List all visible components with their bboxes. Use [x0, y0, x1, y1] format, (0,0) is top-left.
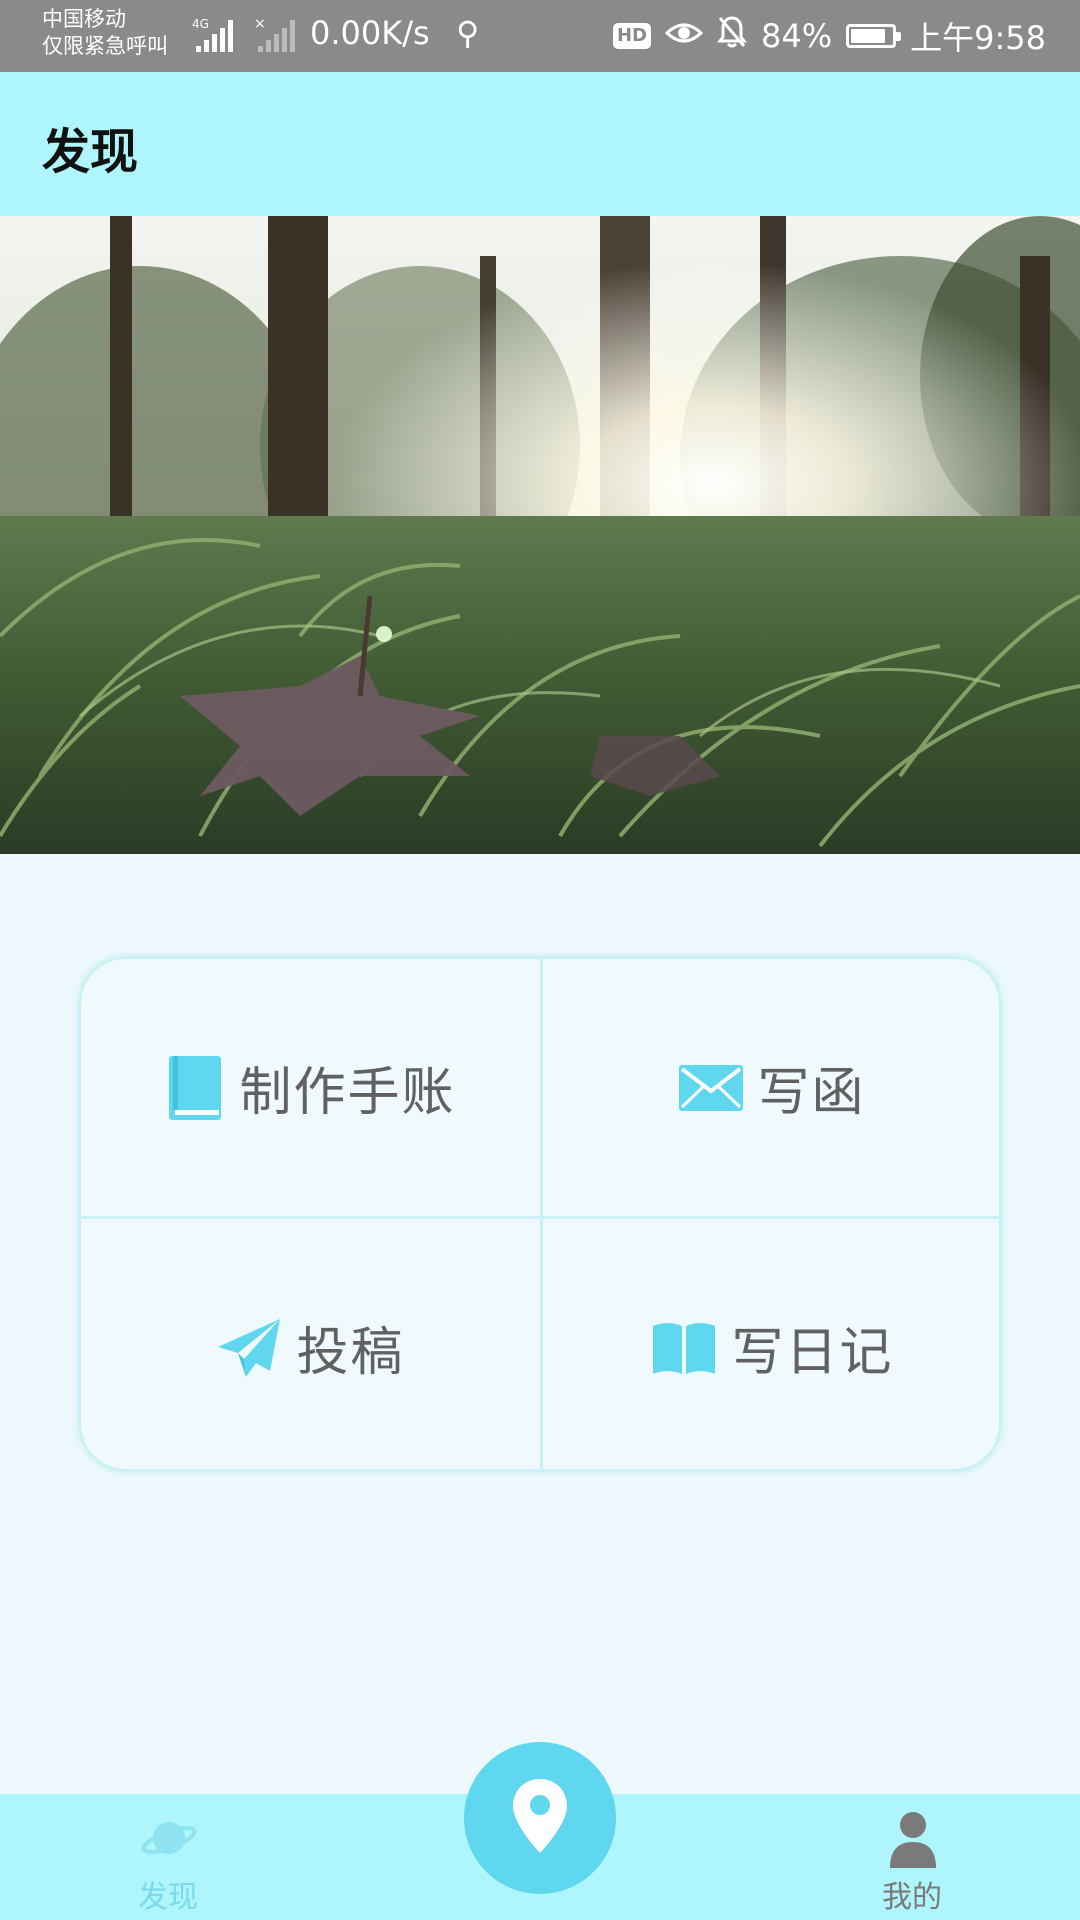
forest-sunlight-banner	[0, 216, 1080, 854]
paper-plane-icon	[216, 1317, 282, 1379]
planet-icon	[140, 1812, 198, 1868]
make-journal-label: 制作手账	[239, 1063, 456, 1123]
submit-article-label: 投稿	[296, 1323, 405, 1383]
write-diary-label: 写日记	[731, 1323, 894, 1383]
write-letter-label: 写函	[757, 1063, 866, 1123]
status-right-group: HD 84% 上午9:58	[612, 12, 1046, 60]
signal-icon: 4G	[192, 16, 248, 54]
write-diary-button[interactable]: 写日记	[543, 1219, 1002, 1476]
make-journal-button[interactable]: 制作手账	[81, 959, 540, 1216]
open-book-icon	[651, 1320, 717, 1376]
user-icon	[888, 1810, 938, 1872]
no-signal-icon: ×	[254, 16, 298, 54]
hd-icon: HD	[612, 23, 651, 49]
bell-off-icon	[717, 15, 747, 57]
svg-text:×: ×	[254, 16, 266, 32]
time: 上午9:58	[910, 19, 1046, 57]
action-grid: 制作手账 写函 投稿 写日记	[78, 956, 1002, 1472]
carrier-name: 中国移动	[42, 7, 126, 31]
write-letter-button[interactable]: 写函	[543, 959, 1002, 1216]
page-title: 发现	[42, 124, 139, 180]
submit-article-button[interactable]: 投稿	[81, 1219, 540, 1476]
nav-profile[interactable]: 我的	[812, 1794, 1012, 1920]
book-icon	[165, 1054, 225, 1122]
app-bar: 发现	[0, 72, 1080, 216]
envelope-icon	[679, 1064, 744, 1111]
nav-discover-label: 发现	[138, 1880, 198, 1915]
net-speed: 0.00K/s	[310, 14, 430, 52]
network-type: 4G	[192, 17, 209, 31]
battery-fill	[851, 29, 886, 43]
nav-profile-label: 我的	[882, 1880, 942, 1915]
banner-image[interactable]	[0, 216, 1080, 854]
eye-icon	[664, 17, 704, 55]
usb-icon: ⚲	[456, 14, 480, 52]
status-bar: 中国移动 仅限紧急呼叫 4G × 0.00K/s ⚲ HD 84% 上午9:58	[0, 0, 1080, 72]
nav-discover[interactable]: 发现	[68, 1794, 268, 1920]
location-fab-button[interactable]	[464, 1742, 616, 1894]
carrier-info: 中国移动 仅限紧急呼叫	[42, 6, 168, 60]
battery-percent: 84%	[761, 17, 833, 55]
battery-charging-icon	[846, 24, 902, 48]
carrier-status: 仅限紧急呼叫	[42, 34, 168, 58]
location-pin-icon	[511, 1777, 569, 1859]
